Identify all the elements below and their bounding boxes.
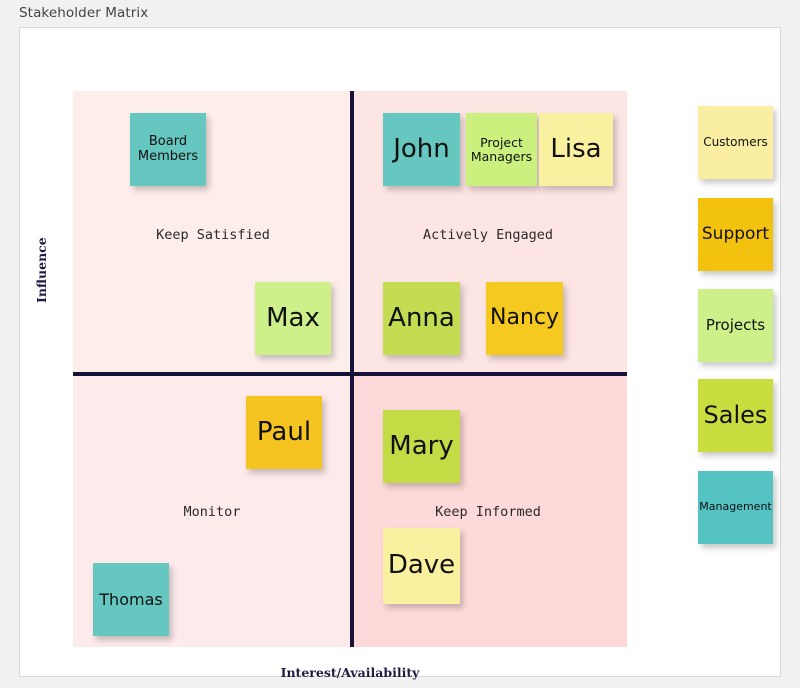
palette-note[interactable]: Projects bbox=[698, 289, 773, 362]
matrix-card: Keep Satisfied Actively Engaged Monitor Kee… bbox=[19, 27, 781, 680]
sticky-note[interactable]: Board Members bbox=[130, 113, 206, 186]
stakeholder-matrix-app: Stakeholder Matrix Keep Satisfied Activel… bbox=[0, 0, 800, 688]
y-axis-label: Influence bbox=[34, 237, 49, 303]
sticky-note[interactable]: Dave bbox=[383, 528, 460, 604]
palette-note[interactable]: Sales bbox=[698, 379, 773, 452]
palette-note-label: Management bbox=[699, 500, 772, 514]
sticky-note[interactable]: Paul bbox=[246, 396, 322, 469]
sticky-note-label: John bbox=[393, 133, 450, 164]
sticky-note-label: Max bbox=[266, 302, 320, 333]
palette-note-label: Support bbox=[701, 223, 770, 244]
sticky-note-label: Mary bbox=[389, 430, 454, 461]
sticky-note-label: Anna bbox=[388, 302, 455, 333]
sticky-note[interactable]: Nancy bbox=[486, 282, 563, 355]
sticky-note[interactable]: John bbox=[383, 113, 460, 186]
sticky-note-palette: Customers Support Projects Sales Management bbox=[698, 106, 774, 556]
sticky-note-label: Paul bbox=[256, 416, 312, 447]
vertical-axis-line bbox=[350, 91, 354, 647]
sticky-note[interactable]: Anna bbox=[383, 282, 460, 355]
quadrant-label-actively-engaged: Actively Engaged bbox=[422, 227, 554, 243]
window-title: Stakeholder Matrix bbox=[19, 5, 149, 21]
sticky-note[interactable]: Lisa bbox=[539, 113, 613, 186]
sticky-note[interactable]: Thomas bbox=[93, 563, 169, 636]
quadrant-label-monitor: Monitor bbox=[183, 504, 241, 520]
sticky-note-label: Lisa bbox=[550, 133, 602, 164]
palette-note-label: Sales bbox=[703, 401, 768, 430]
sticky-note-label: Nancy bbox=[490, 305, 559, 331]
matrix-plot-area: Keep Satisfied Actively Engaged Monitor Kee… bbox=[73, 91, 627, 647]
quadrant-label-keep-informed: Keep Informed bbox=[435, 504, 541, 520]
palette-note-label: Projects bbox=[705, 316, 766, 335]
palette-note[interactable]: Management bbox=[698, 471, 773, 544]
palette-note[interactable]: Support bbox=[698, 198, 773, 271]
sticky-note[interactable]: Project Managers bbox=[466, 113, 537, 186]
quadrant-label-keep-satisfied: Keep Satisfied bbox=[156, 227, 270, 243]
sticky-note-label: Thomas bbox=[99, 589, 163, 609]
sticky-note-label: Dave bbox=[387, 550, 456, 581]
sticky-note-label: Project Managers bbox=[470, 134, 533, 164]
palette-note-label: Customers bbox=[703, 134, 768, 149]
palette-note[interactable]: Customers bbox=[698, 106, 773, 179]
horizontal-axis-line bbox=[73, 372, 627, 376]
x-axis-label: Interest/Availability bbox=[280, 665, 420, 680]
sticky-note-label: Board Members bbox=[137, 133, 199, 164]
sticky-note[interactable]: Max bbox=[255, 282, 331, 355]
sticky-note[interactable]: Mary bbox=[383, 410, 460, 483]
